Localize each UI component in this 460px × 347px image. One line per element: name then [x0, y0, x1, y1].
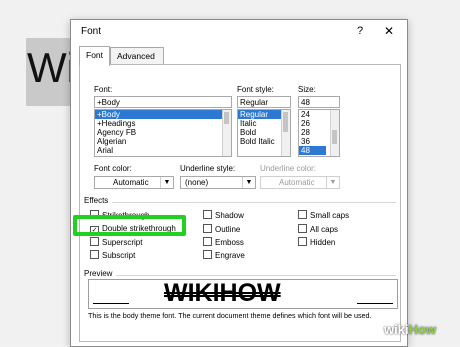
effects-heading: Effects — [84, 196, 109, 205]
engrave-label: Engrave — [215, 251, 245, 260]
preview-box: WIKIHOW — [88, 279, 398, 309]
list-item[interactable]: Agency FB — [95, 128, 231, 137]
watermark-wiki: wiki — [384, 322, 409, 337]
font-list[interactable]: +Body +Headings Agency FB Algerian Arial — [94, 109, 232, 157]
underline-style-label: Underline style: — [180, 164, 236, 173]
effects-divider — [112, 202, 396, 203]
outline-checkbox[interactable]: Outline — [203, 224, 240, 235]
wikihow-watermark: wikiHow — [384, 322, 436, 337]
preview-description: This is the body theme font. The current… — [88, 311, 372, 320]
list-item[interactable]: 48 — [299, 146, 326, 155]
preview-text: WIKIHOW — [164, 279, 281, 307]
list-item[interactable]: Arial — [95, 146, 231, 155]
shadow-label: Shadow — [215, 211, 244, 220]
dialog-titlebar: Font ? ✕ — [71, 20, 407, 44]
underline-color-label: Underline color: — [260, 164, 317, 173]
watermark-how: How — [408, 322, 437, 337]
preview-baseline-left — [93, 303, 129, 304]
small-caps-checkbox[interactable]: Small caps — [298, 210, 349, 221]
underline-color-dropdown[interactable]: Automatic ▼ — [260, 176, 340, 189]
font-color-value: Automatic — [113, 178, 149, 187]
preview-heading: Preview — [84, 269, 113, 278]
list-item[interactable]: Algerian — [95, 137, 231, 146]
checkbox-box[interactable] — [203, 237, 212, 246]
emboss-checkbox[interactable]: Emboss — [203, 237, 244, 248]
all-caps-label: All caps — [310, 225, 339, 234]
superscript-checkbox[interactable]: Superscript — [90, 237, 142, 248]
size-label: Size: — [298, 85, 316, 94]
font-style-list[interactable]: Regular Italic Bold Bold Italic — [237, 109, 291, 157]
font-style-label: Font style: — [237, 85, 274, 94]
checkbox-box[interactable] — [298, 237, 307, 246]
tab-advanced[interactable]: Advanced — [110, 47, 164, 65]
list-item[interactable]: +Headings — [95, 119, 231, 128]
hidden-label: Hidden — [310, 238, 336, 247]
scroll-thumb[interactable] — [224, 112, 229, 124]
font-style-list-scrollbar[interactable] — [281, 110, 290, 156]
scroll-thumb[interactable] — [332, 130, 337, 144]
font-list-scrollbar[interactable] — [222, 110, 231, 156]
list-item[interactable]: +Body — [95, 110, 231, 119]
font-label: Font: — [94, 85, 113, 94]
size-list-scrollbar[interactable] — [330, 110, 339, 156]
font-color-dropdown[interactable]: Automatic ▼ — [94, 176, 174, 189]
checkbox-box[interactable] — [203, 224, 212, 233]
document-text: Wi — [27, 44, 76, 91]
checkbox-box[interactable] — [298, 224, 307, 233]
dialog-title: Font — [81, 26, 102, 37]
font-input[interactable]: +Body — [94, 96, 232, 108]
chevron-down-icon: ▼ — [160, 177, 173, 188]
font-style-input[interactable]: Regular — [237, 96, 291, 108]
tab-font[interactable]: Font — [79, 46, 110, 66]
help-icon[interactable]: ? — [357, 25, 363, 37]
all-caps-checkbox[interactable]: All caps — [298, 224, 338, 235]
scroll-thumb[interactable] — [283, 112, 288, 132]
superscript-label: Superscript — [102, 238, 143, 247]
checkbox-box[interactable] — [90, 250, 99, 259]
underline-color-value: Automatic — [279, 178, 315, 187]
size-input[interactable]: 48 — [298, 96, 340, 108]
size-list[interactable]: 24 26 28 36 48 — [298, 109, 340, 157]
subscript-checkbox[interactable]: Subscript — [90, 250, 135, 261]
small-caps-label: Small caps — [310, 211, 350, 220]
preview-divider — [116, 275, 396, 276]
underline-style-dropdown[interactable]: (none) ▼ — [180, 176, 256, 189]
close-icon[interactable]: ✕ — [384, 24, 394, 38]
highlight-box — [73, 215, 186, 236]
chevron-down-icon: ▼ — [242, 177, 255, 188]
engrave-checkbox[interactable]: Engrave — [203, 250, 245, 261]
subscript-label: Subscript — [102, 251, 136, 260]
checkbox-box[interactable] — [203, 210, 212, 219]
preview-baseline-right — [357, 303, 393, 304]
tab-advanced-label: Advanced — [117, 51, 155, 61]
emboss-label: Emboss — [215, 238, 244, 247]
checkbox-box[interactable] — [298, 210, 307, 219]
checkbox-box[interactable] — [203, 250, 212, 259]
font-color-label: Font color: — [94, 164, 132, 173]
shadow-checkbox[interactable]: Shadow — [203, 210, 244, 221]
tab-font-label: Font — [86, 50, 104, 60]
outline-label: Outline — [215, 225, 241, 234]
underline-style-value: (none) — [185, 178, 209, 187]
checkbox-box[interactable] — [90, 237, 99, 246]
hidden-checkbox[interactable]: Hidden — [298, 237, 335, 248]
chevron-down-icon: ▼ — [326, 177, 339, 188]
